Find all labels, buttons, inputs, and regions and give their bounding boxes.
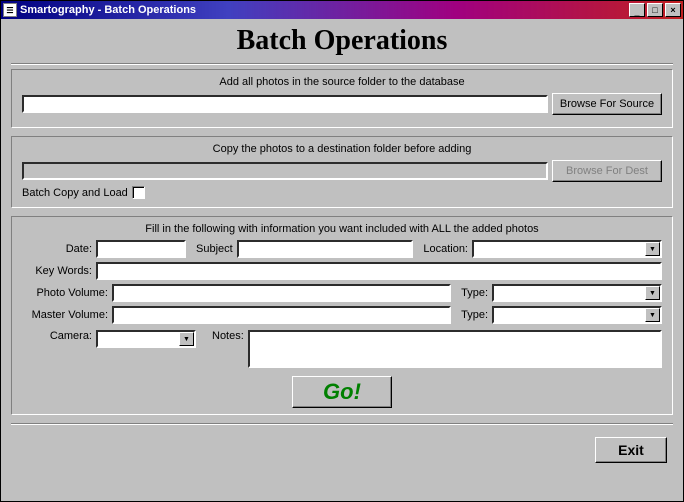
browse-source-button[interactable]: Browse For Source (552, 93, 662, 115)
window-title: Smartography - Batch Operations (20, 4, 627, 16)
minimize-button[interactable]: _ (629, 3, 645, 17)
close-button[interactable]: × (665, 3, 681, 17)
footer: Exit (11, 429, 673, 467)
keywords-label: Key Words: (22, 265, 92, 277)
client-area: Batch Operations Add all photos in the s… (1, 19, 683, 475)
notes-label: Notes: (212, 330, 244, 342)
batch-copy-label: Batch Copy and Load (22, 187, 128, 199)
titlebar: ☰ Smartography - Batch Operations _ □ × (1, 1, 683, 19)
batch-copy-checkbox[interactable] (132, 186, 145, 199)
info-panel: Fill in the following with information y… (11, 216, 673, 415)
dest-panel: Copy the photos to a destination folder … (11, 136, 673, 208)
go-button[interactable]: Go! (292, 376, 392, 408)
date-label: Date: (22, 243, 92, 255)
camera-input[interactable] (98, 332, 179, 346)
master-type-label: Type: (461, 309, 488, 321)
photo-type-input[interactable] (494, 286, 645, 300)
page-title: Batch Operations (11, 25, 673, 57)
exit-button[interactable]: Exit (595, 437, 667, 463)
master-volume-label: Master Volume: (22, 309, 108, 321)
date-input[interactable] (96, 240, 186, 258)
master-type-input[interactable] (494, 308, 645, 322)
master-volume-input[interactable] (112, 306, 451, 324)
location-input[interactable] (474, 242, 645, 256)
browse-dest-button: Browse For Dest (552, 160, 662, 182)
divider (11, 423, 673, 425)
dest-path-input (22, 162, 548, 180)
chevron-down-icon[interactable]: ▼ (645, 242, 660, 256)
location-label: Location: (423, 243, 468, 255)
chevron-down-icon[interactable]: ▼ (645, 308, 660, 322)
subject-label: Subject (196, 243, 233, 255)
camera-label: Camera: (22, 330, 92, 342)
info-caption: Fill in the following with information y… (22, 223, 662, 235)
location-combo[interactable]: ▼ (472, 240, 662, 258)
window: ☰ Smartography - Batch Operations _ □ × … (0, 0, 684, 502)
dest-caption: Copy the photos to a destination folder … (22, 143, 662, 155)
camera-combo[interactable]: ▼ (96, 330, 196, 348)
app-icon: ☰ (3, 3, 17, 17)
source-path-input[interactable] (22, 95, 548, 113)
divider (11, 63, 673, 65)
photo-volume-label: Photo Volume: (22, 287, 108, 299)
notes-input[interactable] (248, 330, 662, 368)
photo-volume-input[interactable] (112, 284, 451, 302)
subject-input[interactable] (237, 240, 414, 258)
source-caption: Add all photos in the source folder to t… (22, 76, 662, 88)
maximize-button[interactable]: □ (647, 3, 663, 17)
chevron-down-icon[interactable]: ▼ (179, 332, 194, 346)
chevron-down-icon[interactable]: ▼ (645, 286, 660, 300)
master-type-combo[interactable]: ▼ (492, 306, 662, 324)
photo-type-combo[interactable]: ▼ (492, 284, 662, 302)
keywords-input[interactable] (96, 262, 662, 280)
source-panel: Add all photos in the source folder to t… (11, 69, 673, 128)
photo-type-label: Type: (461, 287, 488, 299)
